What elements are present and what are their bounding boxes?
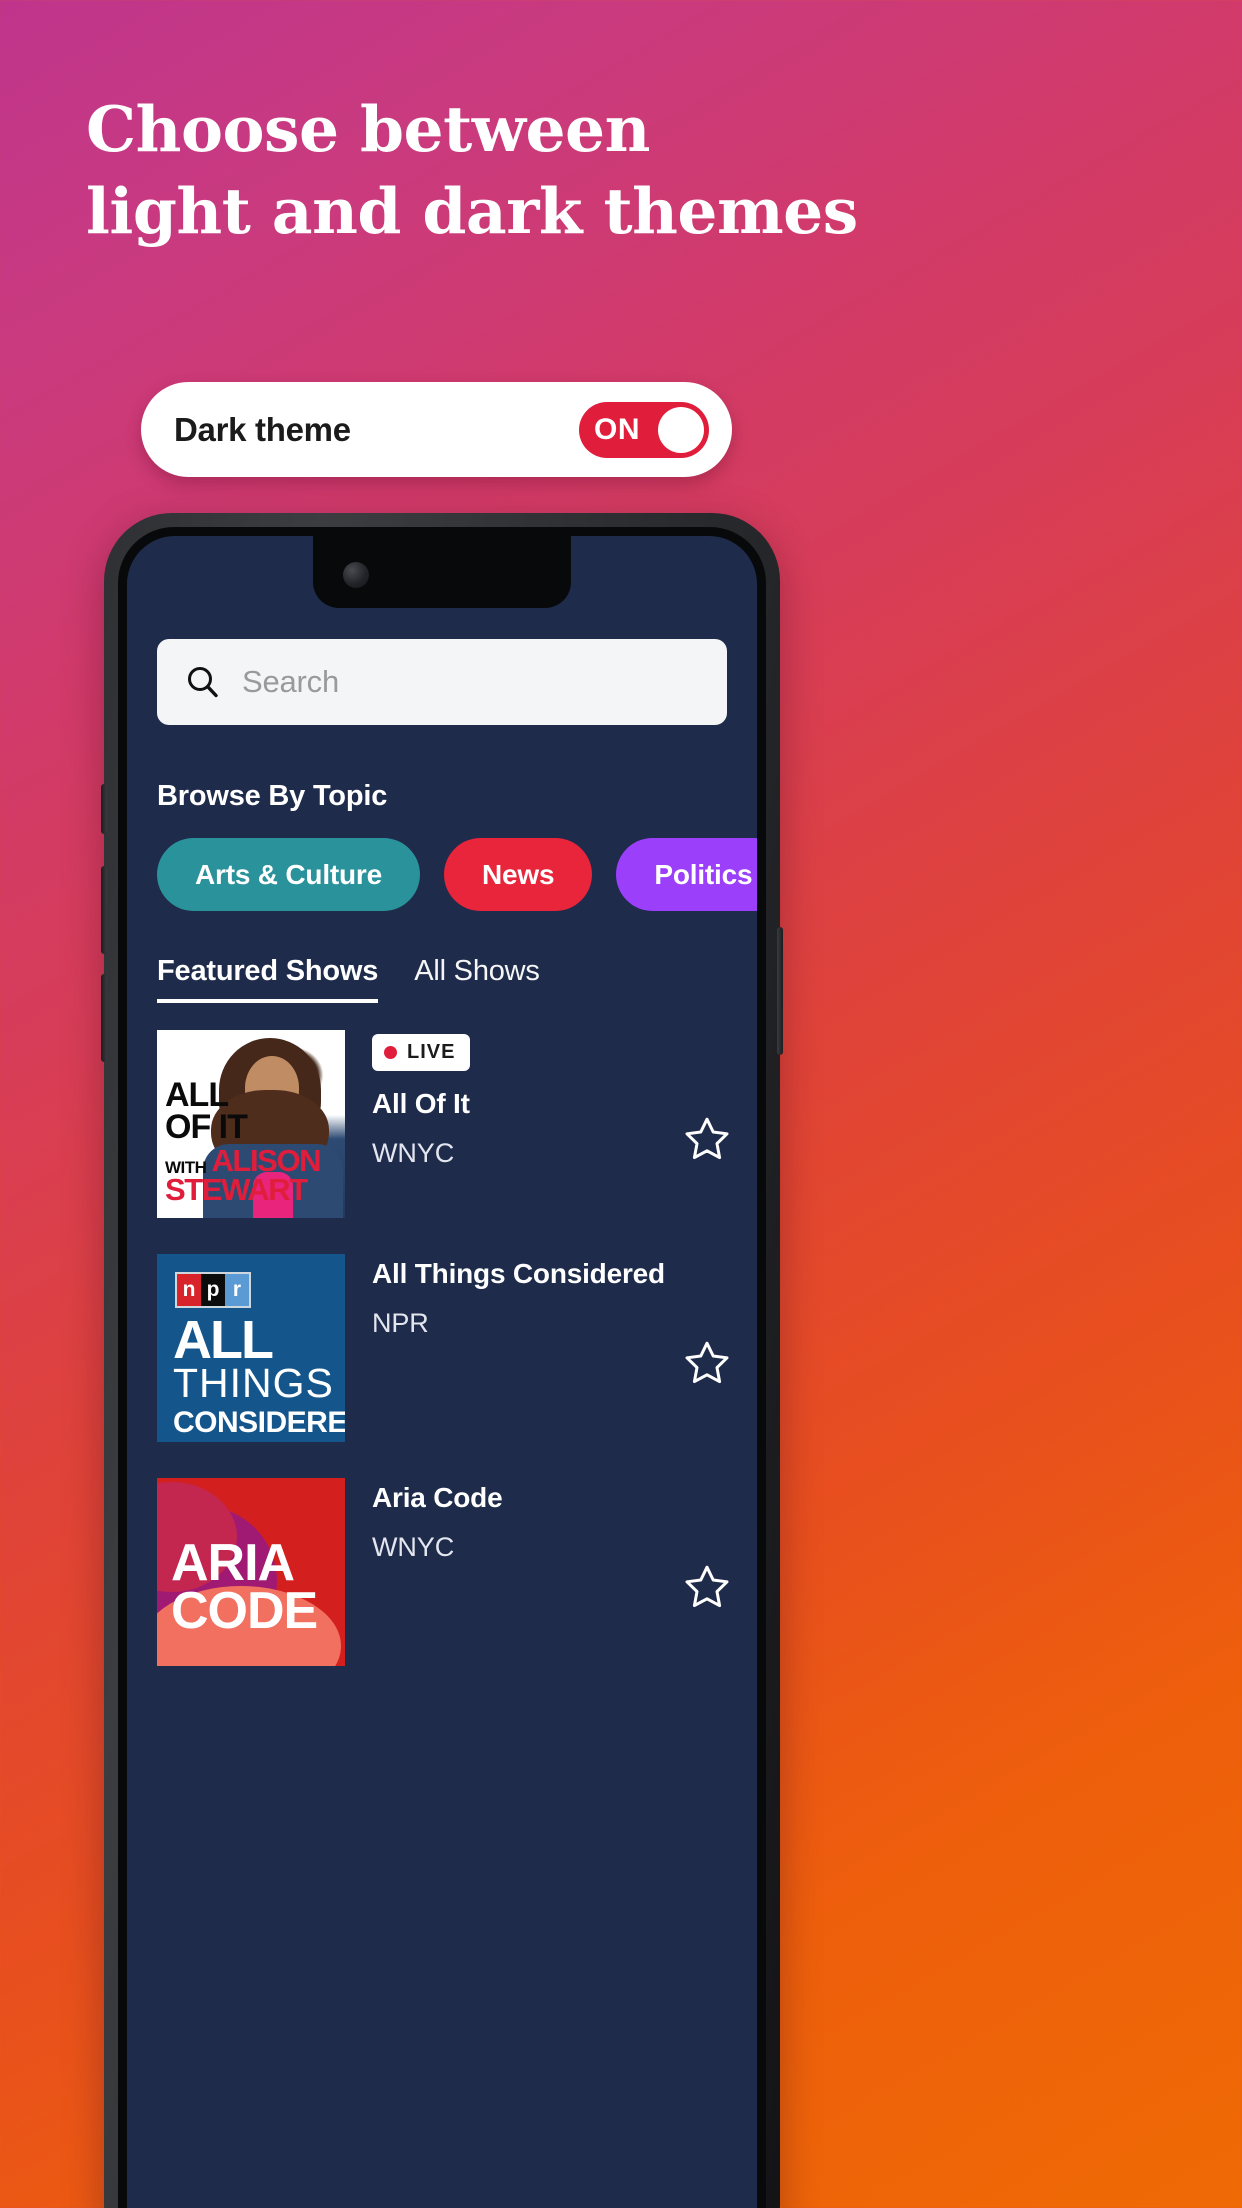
- artwork-text: ARIA CODE: [171, 1534, 318, 1640]
- tab-label: All Shows: [414, 955, 540, 987]
- tab-label: Featured Shows: [157, 955, 379, 987]
- artwork-line-4: STEWART: [165, 1172, 308, 1208]
- artwork-text: ALL THINGS CONSIDERED: [173, 1310, 345, 1440]
- phone-button-power: [777, 927, 783, 1055]
- page-title: Choose between light and dark themes: [86, 88, 986, 252]
- phone-mockup: Search Browse By Topic Arts & Culture Ne…: [101, 513, 783, 2208]
- phone-bezel: Search Browse By Topic Arts & Culture Ne…: [118, 527, 766, 2208]
- search-input[interactable]: Search: [157, 639, 727, 725]
- list-item[interactable]: ALL OF IT WITH ALISON STEWART LIVE All O…: [127, 1030, 757, 1218]
- show-title: Aria Code: [372, 1482, 503, 1513]
- toggle-state-label: ON: [594, 412, 640, 446]
- topic-chip-label: News: [482, 858, 555, 890]
- topic-chip-label: Politics: [654, 858, 753, 890]
- topic-chip-arts-culture[interactable]: Arts & Culture: [157, 838, 420, 911]
- phone-button-volume-up: [101, 866, 107, 954]
- show-title: All Things Considered: [372, 1258, 665, 1289]
- artwork-line-2: THINGS: [173, 1360, 334, 1407]
- front-camera-icon: [343, 562, 369, 588]
- phone-button-mute: [101, 784, 107, 834]
- npr-letter-n: n: [177, 1274, 201, 1306]
- live-label: LIVE: [407, 1041, 456, 1063]
- artwork-line-3: CONSIDERED: [173, 1406, 345, 1440]
- artwork-line-1: ARIA: [171, 1534, 295, 1592]
- dark-theme-toggle[interactable]: ON: [579, 401, 709, 458]
- artwork-line-1: ALL: [165, 1076, 229, 1114]
- app-content: Search Browse By Topic Arts & Culture Ne…: [127, 536, 757, 2208]
- headline-line-2: light and dark themes: [86, 174, 858, 248]
- dark-theme-card[interactable]: Dark theme ON: [141, 382, 732, 477]
- shows-tab-bar[interactable]: Featured Shows All Shows: [127, 955, 757, 1003]
- tab-featured-shows[interactable]: Featured Shows: [157, 955, 378, 1003]
- tab-all-shows[interactable]: All Shows: [414, 955, 540, 999]
- search-icon: [185, 664, 221, 700]
- dark-theme-label: Dark theme: [174, 410, 351, 448]
- phone-notch: [313, 536, 571, 608]
- show-list: ALL OF IT WITH ALISON STEWART LIVE All O…: [127, 1030, 757, 1666]
- topic-chip-politics[interactable]: Politics: [616, 838, 757, 911]
- search-placeholder: Search: [242, 664, 340, 699]
- artwork-text: ALL OF IT WITH ALISON STEWART: [165, 1076, 322, 1208]
- npr-logo-icon: n p r: [175, 1272, 251, 1308]
- favorite-star-icon[interactable]: [683, 1562, 731, 1610]
- list-item[interactable]: ARIA CODE Aria Code WNYC: [127, 1478, 757, 1666]
- status-badge: LIVE: [372, 1034, 471, 1071]
- browse-by-topic-heading: Browse By Topic: [157, 780, 388, 812]
- live-dot-icon: [384, 1046, 397, 1059]
- artwork-line-2: OF IT: [165, 1107, 248, 1146]
- npr-letter-r: r: [225, 1274, 249, 1306]
- favorite-star-icon[interactable]: [683, 1114, 731, 1162]
- show-artwork-all-things-considered: n p r ALL THINGS CONSIDERED: [157, 1254, 345, 1442]
- artwork-line-1: ALL: [173, 1310, 274, 1370]
- topic-chip-list[interactable]: Arts & Culture News Politics Te: [127, 838, 757, 911]
- show-artwork-aria-code: ARIA CODE: [157, 1478, 345, 1666]
- artwork-line-2: CODE: [171, 1581, 318, 1640]
- favorite-star-icon[interactable]: [683, 1338, 731, 1386]
- show-artwork-all-of-it: ALL OF IT WITH ALISON STEWART: [157, 1030, 345, 1218]
- show-network: WNYC: [372, 1532, 455, 1562]
- toggle-knob[interactable]: [658, 406, 704, 453]
- list-item[interactable]: n p r ALL THINGS CONSIDERED All Thi: [127, 1254, 757, 1442]
- show-network: NPR: [372, 1308, 429, 1338]
- headline-line-1: Choose between: [86, 92, 650, 166]
- phone-screen: Search Browse By Topic Arts & Culture Ne…: [127, 536, 757, 2208]
- npr-letter-p: p: [201, 1274, 225, 1306]
- topic-chip-label: Arts & Culture: [195, 858, 382, 890]
- topic-chip-news[interactable]: News: [444, 838, 593, 911]
- phone-button-volume-down: [101, 974, 107, 1062]
